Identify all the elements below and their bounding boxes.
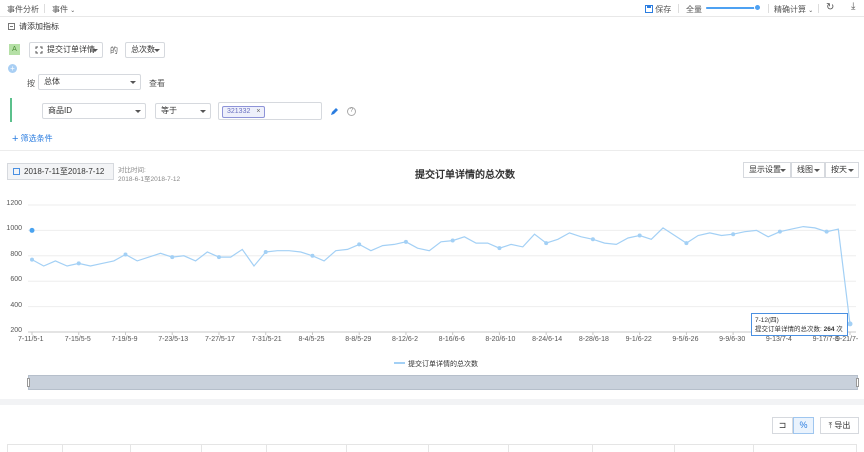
percent-label: % <box>799 420 808 430</box>
data-point[interactable] <box>731 232 736 237</box>
data-point[interactable] <box>216 255 221 260</box>
data-point[interactable] <box>170 255 175 260</box>
data-point[interactable] <box>777 229 782 234</box>
x-tick-label: 7-11/5-1 <box>18 336 44 343</box>
x-tick-label: 9-13/7-4 <box>765 336 792 343</box>
tooltip-line: 提交订单详情的总次数: 264 次 <box>755 325 844 334</box>
x-tick-label: 9-21/7- <box>836 336 859 343</box>
zoom-handle-right[interactable] <box>856 378 859 387</box>
export-button[interactable]: ⤒ 导出 <box>820 417 859 434</box>
data-point[interactable] <box>637 233 642 238</box>
data-point[interactable] <box>684 241 689 246</box>
data-point[interactable] <box>590 237 595 242</box>
percent-toggle-button[interactable]: % <box>793 417 814 434</box>
data-point[interactable] <box>263 249 268 254</box>
x-tick-label: 7-27/5-17 <box>204 336 235 343</box>
highlight-data-point[interactable] <box>29 227 35 233</box>
x-tick-label: 8-12/6-2 <box>391 336 419 343</box>
x-tick-label: 8-20/6-10 <box>485 336 516 343</box>
table-column-divider <box>346 445 347 452</box>
tooltip-label: 提交订单详情的总次数: <box>755 326 822 333</box>
x-tick-label: 9-1/6-22 <box>625 336 652 343</box>
x-tick-label: 9-5/6-26 <box>672 336 699 343</box>
table-column-divider <box>592 445 593 452</box>
legend-swatch <box>394 362 405 364</box>
x-tick-label: 9-17/7-8 <box>812 336 839 343</box>
table-column-divider <box>266 445 267 452</box>
x-tick-label: 7-15/5-5 <box>64 336 91 343</box>
table-column-divider <box>428 445 429 452</box>
export-label: 导出 <box>834 421 851 430</box>
data-point[interactable] <box>30 257 34 262</box>
data-point[interactable] <box>824 229 829 234</box>
data-point[interactable] <box>450 238 455 243</box>
data-point[interactable] <box>123 252 128 257</box>
flip-table-button[interactable]: ⊐ <box>772 417 793 434</box>
table-column-divider <box>753 445 754 452</box>
x-tick-label: 8-4/5-25 <box>298 336 325 343</box>
chart-zoom-range[interactable] <box>27 375 859 390</box>
legend-label: 提交订单详情的总次数 <box>408 361 478 368</box>
chart-legend[interactable]: 提交订单详情的总次数 <box>394 359 478 369</box>
chart-tooltip: 7-12(四) 提交订单详情的总次数: 264 次 <box>751 313 848 336</box>
table-column-divider <box>62 445 63 452</box>
table-column-divider <box>201 445 202 452</box>
tooltip-unit: 次 <box>836 326 843 333</box>
table-header <box>7 444 857 452</box>
x-tick-label: 8-8/5-29 <box>345 336 372 343</box>
data-point[interactable] <box>847 321 853 327</box>
data-point[interactable] <box>357 242 362 247</box>
x-tick-label: 8-24/6-14 <box>532 336 563 343</box>
tooltip-date: 7-12(四) <box>755 317 779 324</box>
table-column-divider <box>130 445 131 452</box>
x-tick-label: 8-16/6-6 <box>438 336 465 343</box>
x-tick-label: 7-23/5-13 <box>158 336 189 343</box>
tooltip-value: 264 <box>823 326 835 333</box>
table-column-divider <box>674 445 675 452</box>
data-point[interactable] <box>544 241 549 246</box>
x-tick-label: 7-31/5-21 <box>251 336 282 343</box>
zoom-handle-left[interactable] <box>27 378 30 387</box>
data-point[interactable] <box>76 261 81 266</box>
x-tick-label: 8-28/6-18 <box>578 336 609 343</box>
data-point[interactable] <box>497 246 502 251</box>
flip-icon: ⊐ <box>778 420 787 430</box>
line-chart[interactable] <box>0 0 864 350</box>
export-icon: ⤒ <box>828 421 833 430</box>
x-tick-label: 9-9/6-30 <box>719 336 746 343</box>
data-point[interactable] <box>310 253 315 258</box>
table-column-divider <box>508 445 509 452</box>
x-tick-label: 7-19/5-9 <box>111 336 138 343</box>
series-line[interactable] <box>31 225 851 324</box>
data-point[interactable] <box>403 239 408 244</box>
